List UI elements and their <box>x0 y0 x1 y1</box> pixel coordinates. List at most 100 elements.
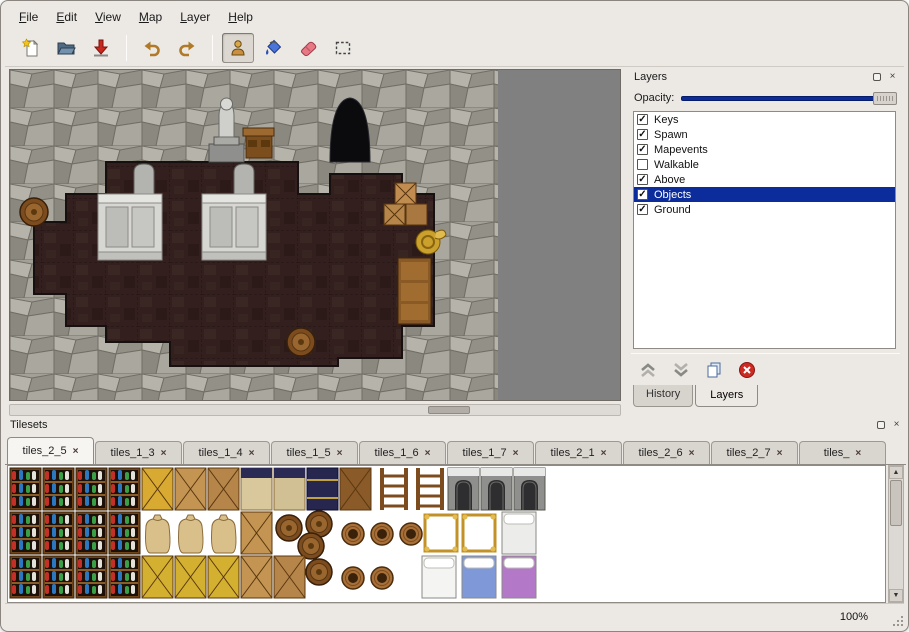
delete-layer-icon <box>737 360 757 380</box>
redo-button[interactable] <box>171 33 203 63</box>
layer-row-mapevents[interactable]: ✓ Mapevents <box>634 142 895 157</box>
tileset-tab-tiles_2_1[interactable]: tiles_2_1× <box>535 441 622 464</box>
tileset-tab-tiles_1_6[interactable]: tiles_1_6× <box>359 441 446 464</box>
close-tab-icon[interactable]: × <box>161 448 167 459</box>
close-tab-icon[interactable]: × <box>425 448 431 459</box>
lower-layer-button[interactable] <box>670 359 692 381</box>
tileset-tab-tiles_2_7[interactable]: tiles_2_7 × <box>711 441 798 464</box>
layer-row-above[interactable]: ✓ Above <box>634 172 895 187</box>
close-dock-icon[interactable]: × <box>890 419 903 432</box>
layer-visibility-checkbox[interactable]: ✓ <box>637 189 648 200</box>
close-dock-icon[interactable]: × <box>886 71 899 84</box>
layer-row-walkable[interactable]: Walkable <box>634 157 895 172</box>
layer-list[interactable]: ✓Keys✓Spawn✓MapeventsWalkable✓Above✓Obje… <box>633 111 896 349</box>
layer-buttons <box>637 358 758 382</box>
tileset-tab-tiles_2_6[interactable]: tiles_2_6× <box>623 441 710 464</box>
dock-tab-history[interactable]: History <box>633 385 693 407</box>
menu-edit[interactable]: Edit <box>48 7 85 27</box>
menu-help[interactable]: Help <box>220 7 261 27</box>
eraser-button[interactable] <box>292 33 324 63</box>
menu-map[interactable]: Map <box>131 7 170 27</box>
scroll-down-icon[interactable]: ▼ <box>889 589 903 602</box>
new-file-button[interactable] <box>15 33 47 63</box>
tab-label: tiles_1_5 <box>287 447 331 459</box>
layer-name: Walkable <box>654 159 699 171</box>
close-tab-icon[interactable]: × <box>249 448 255 459</box>
tileset-tab-tiles_1_4[interactable]: tiles_1_4 × <box>183 441 270 464</box>
fill-bucket-button[interactable] <box>257 33 289 63</box>
menu-view[interactable]: View <box>87 7 129 27</box>
scrollbar-thumb[interactable] <box>428 406 470 414</box>
layer-row-objects[interactable]: ✓Objects <box>634 187 895 202</box>
tileset-tab-tiles_[interactable]: tiles_× <box>799 441 886 464</box>
close-tab-icon[interactable]: × <box>689 448 695 459</box>
open-folder-button[interactable] <box>50 33 82 63</box>
duplicate-layer-button[interactable] <box>703 359 725 381</box>
status-bar: 100% <box>5 603 904 629</box>
layer-visibility-checkbox[interactable]: ✓ <box>637 204 648 215</box>
save-button[interactable] <box>85 33 117 63</box>
tab-label: tiles_1_4 <box>199 447 243 459</box>
layer-visibility-checkbox[interactable]: ✓ <box>637 174 648 185</box>
stamp-tool-button[interactable] <box>222 33 254 63</box>
table <box>243 128 274 158</box>
open-folder-icon <box>56 38 76 58</box>
close-tab-icon[interactable]: × <box>73 446 79 457</box>
tab-label: tiles_2_7 <box>727 447 771 459</box>
slider-handle[interactable] <box>873 92 897 105</box>
tilesets-dock-title: Tilesets <box>5 419 874 431</box>
layer-row-ground[interactable]: ✓ Ground <box>634 202 895 217</box>
barrel <box>20 198 48 226</box>
dock-tab-layers[interactable]: Layers <box>695 385 758 407</box>
tileset-view[interactable] <box>7 465 886 603</box>
layer-name: Above <box>654 174 685 186</box>
redo-icon <box>177 38 197 58</box>
scroll-up-icon[interactable]: ▲ <box>889 466 903 479</box>
layer-visibility-checkbox[interactable]: ✓ <box>637 144 648 155</box>
layer-visibility-checkbox[interactable]: ✓ <box>637 114 648 125</box>
layers-dock-titlebar: Layers × <box>629 69 902 85</box>
delete-layer-button[interactable] <box>736 359 758 381</box>
undo-button[interactable] <box>136 33 168 63</box>
resize-grip[interactable] <box>891 614 903 626</box>
tileset-tab-tiles_1_7[interactable]: tiles_1_7× <box>447 441 534 464</box>
close-tab-icon[interactable]: × <box>337 448 343 459</box>
raise-layer-button[interactable] <box>637 359 659 381</box>
canvas-horizontal-scrollbar[interactable] <box>9 404 621 416</box>
float-dock-icon[interactable] <box>874 419 887 432</box>
barrel <box>287 328 315 356</box>
zoom-level: 100% <box>840 611 868 623</box>
toolbar <box>5 29 904 67</box>
layer-row-spawn[interactable]: ✓Spawn <box>634 127 895 142</box>
layer-name: Ground <box>654 204 691 216</box>
raise-layer-icon <box>638 360 658 380</box>
lower-layer-icon <box>671 360 691 380</box>
menu-layer[interactable]: Layer <box>172 7 218 27</box>
map-render <box>10 70 621 401</box>
toolbar-separator <box>212 35 213 61</box>
map-canvas[interactable] <box>9 69 621 401</box>
rect-select-button[interactable] <box>327 33 359 63</box>
menu-file[interactable]: File <box>11 7 46 27</box>
app-window: FileEditViewMapLayerHelp <box>0 0 909 632</box>
close-tab-icon[interactable]: × <box>777 448 783 459</box>
toolbar-separator <box>126 35 127 61</box>
menu-bar: FileEditViewMapLayerHelp <box>5 5 904 29</box>
layers-dock: Layers × Opacity: ✓Keys✓Spawn✓MapeventsW… <box>629 69 902 413</box>
layer-visibility-checkbox[interactable] <box>637 159 648 170</box>
close-tab-icon[interactable]: × <box>601 448 607 459</box>
scrollbar-thumb[interactable] <box>890 480 902 526</box>
tileset-vertical-scrollbar[interactable]: ▲ ▼ <box>888 465 904 603</box>
tileset-tab-tiles_1_3[interactable]: tiles_1_3× <box>95 441 182 464</box>
layer-visibility-checkbox[interactable]: ✓ <box>637 129 648 140</box>
layer-name: Mapevents <box>654 144 708 156</box>
layer-row-keys[interactable]: ✓Keys <box>634 112 895 127</box>
tileset-tab-tiles_2_5[interactable]: tiles_2_5× <box>7 437 94 464</box>
close-tab-icon[interactable]: × <box>855 448 861 459</box>
separator <box>631 353 900 354</box>
float-dock-icon[interactable] <box>870 71 883 84</box>
close-tab-icon[interactable]: × <box>513 448 519 459</box>
opacity-slider[interactable] <box>681 91 897 106</box>
tileset-render <box>8 466 553 600</box>
tileset-tab-tiles_1_5[interactable]: tiles_1_5 × <box>271 441 358 464</box>
